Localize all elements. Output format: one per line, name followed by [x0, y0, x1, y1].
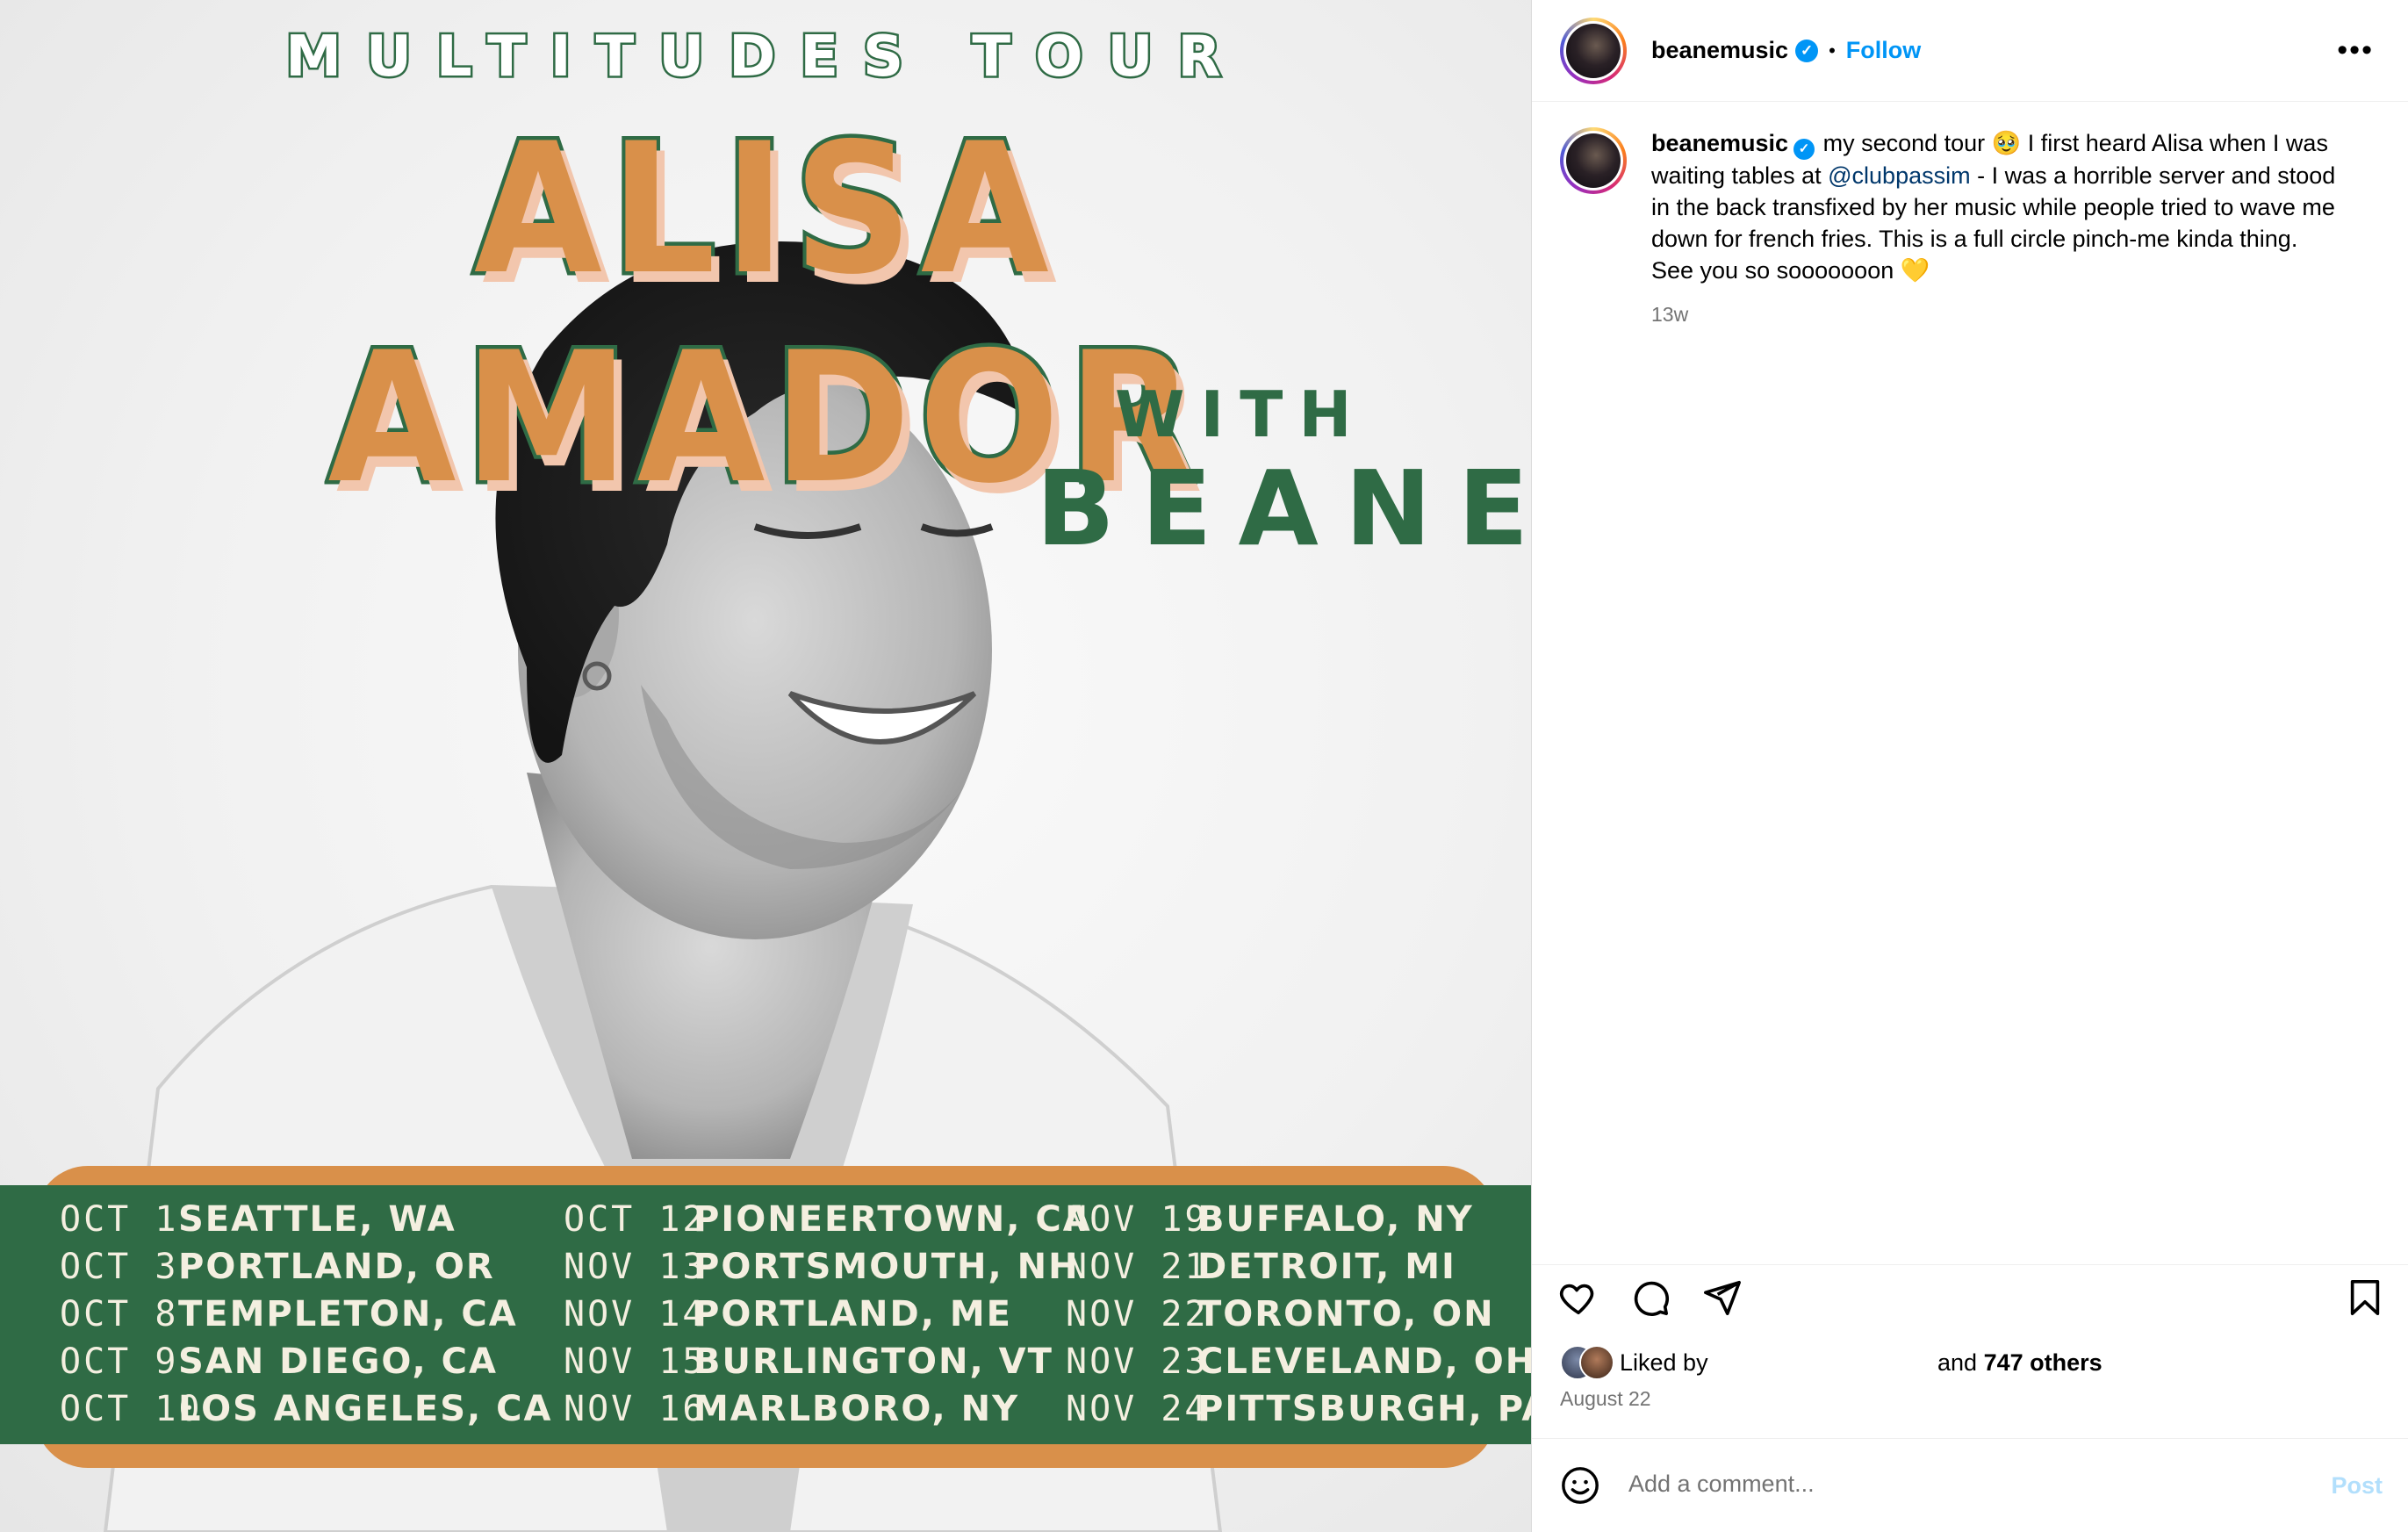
follow-button[interactable]: Follow — [1846, 37, 1921, 64]
tour-date-row: NOV 24 PITTSBURGH, PA — [1066, 1385, 1531, 1433]
tour-date-day: OCT 8 — [60, 1294, 179, 1334]
header-username[interactable]: beanemusic — [1651, 37, 1788, 64]
tour-date-row: OCT 10 LOS ANGELES, CA — [60, 1385, 552, 1433]
tour-date-day: OCT 1 — [60, 1199, 179, 1240]
tour-date-row: NOV 14 PORTLAND, ME — [564, 1291, 1092, 1338]
comment-icon[interactable] — [1630, 1277, 1671, 1318]
tour-date-day: NOV 14 — [564, 1294, 707, 1334]
tour-date-city: MARLBORO, NY — [694, 1389, 1020, 1429]
tour-title: MULTITUDES TOUR — [284, 23, 1246, 92]
tour-date-city: PORTLAND, OR — [178, 1247, 495, 1287]
tour-date-city: BURLINGTON, VT — [694, 1341, 1053, 1382]
tour-date-day: NOV 13 — [564, 1247, 707, 1287]
likes-summary[interactable]: Liked by and 747 others — [1560, 1343, 2385, 1382]
tour-date-city: PORTLAND, ME — [694, 1294, 1012, 1334]
tour-date-day: NOV 24 — [1066, 1389, 1209, 1429]
with-label: WITH — [1115, 378, 1368, 451]
tour-date-day: OCT 9 — [60, 1341, 179, 1382]
liker-avatars — [1560, 1345, 1614, 1380]
bookmark-icon[interactable] — [2345, 1277, 2385, 1318]
tour-date-day: OCT 3 — [60, 1247, 179, 1287]
tour-dates-column-3: NOV 19 BUFFALO, NY NOV 21 DETROIT, MI NOV 22… — [1066, 1196, 1531, 1433]
mention-link[interactable]: @clubpassim — [1828, 162, 1970, 189]
tour-date-day: NOV 16 — [564, 1389, 707, 1429]
liked-by-label: Liked by — [1620, 1349, 1708, 1376]
tour-date-city: LOS ANGELES, CA — [178, 1389, 553, 1429]
post-sidebar: beanemusic ✓ • Follow ••• beanemusic ✓ my… — [1531, 0, 2408, 1532]
post-date[interactable]: August 22 — [1560, 1387, 1651, 1411]
tour-date-day: NOV 19 — [1066, 1199, 1209, 1240]
post-comment-button[interactable]: Post — [2331, 1472, 2383, 1500]
tour-date-row: NOV 16 MARLBORO, NY — [564, 1385, 1092, 1433]
avatar[interactable] — [1560, 17, 1627, 84]
tour-date-row: OCT 9 SAN DIEGO, CA — [60, 1338, 552, 1385]
tour-date-row: NOV 23 CLEVELAND, OH — [1066, 1338, 1531, 1385]
tour-date-row: NOV 13 PORTSMOUTH, NH — [564, 1243, 1092, 1291]
action-bar — [1532, 1264, 2408, 1326]
share-icon[interactable] — [1702, 1277, 1743, 1318]
more-horizontal-icon[interactable]: ••• — [2337, 35, 2374, 65]
tour-date-row: OCT 8 TEMPLETON, CA — [60, 1291, 552, 1338]
tour-date-city: SEATTLE, WA — [178, 1199, 456, 1240]
tour-dates-column-2: OCT 12 PIONEERTOWN, CA NOV 13 PORTSMOUTH, N… — [564, 1196, 1092, 1433]
post-image[interactable]: MULTITUDES TOUR ALISA AMADOR WITH BEANE … — [0, 0, 1531, 1532]
tour-date-city: TEMPLETON, CA — [178, 1294, 518, 1334]
tour-date-row: OCT 3 PORTLAND, OR — [60, 1243, 552, 1291]
tour-date-row: NOV 22 TORONTO, ON — [1066, 1291, 1531, 1338]
tour-date-day: NOV 21 — [1066, 1247, 1209, 1287]
tour-date-row: NOV 15 BURLINGTON, VT — [564, 1338, 1092, 1385]
tour-dates-column-1: OCT 1 SEATTLE, WA OCT 3 PORTLAND, OR OCT 8 TE… — [60, 1196, 552, 1433]
tour-date-day: NOV 15 — [564, 1341, 707, 1382]
tour-date-day: NOV 23 — [1066, 1341, 1209, 1382]
tour-date-city: PIONEERTOWN, CA — [694, 1199, 1092, 1240]
tour-date-row: OCT 1 SEATTLE, WA — [60, 1196, 552, 1243]
tour-date-day: OCT 12 — [564, 1199, 707, 1240]
tour-date-day: OCT 10 — [60, 1389, 203, 1429]
tour-date-day: NOV 22 — [1066, 1294, 1209, 1334]
caption-timestamp[interactable]: 13w — [1651, 298, 2336, 330]
tour-date-city: SAN DIEGO, CA — [178, 1341, 498, 1382]
tour-date-city: CLEVELAND, OH — [1197, 1341, 1531, 1382]
likes-count[interactable]: and 747 others — [1937, 1349, 2103, 1377]
separator-dot: • — [1829, 39, 1836, 61]
post-header: beanemusic ✓ • Follow ••• — [1532, 0, 2408, 102]
tour-date-row: NOV 19 BUFFALO, NY — [1066, 1196, 1531, 1243]
tour-date-city: BUFFALO, NY — [1197, 1199, 1474, 1240]
tour-date-city: DETROIT, MI — [1197, 1247, 1456, 1287]
tour-date-row: NOV 21 DETROIT, MI — [1066, 1243, 1531, 1291]
comment-bar: Post — [1532, 1438, 2408, 1532]
verified-badge-icon: ✓ — [1793, 139, 1815, 160]
verified-badge-icon: ✓ — [1795, 39, 1819, 62]
tour-date-city: PITTSBURGH, PA — [1197, 1389, 1531, 1429]
caption: beanemusic ✓ my second tour 🥹 I first hea… — [1560, 127, 2385, 330]
caption-text: beanemusic ✓ my second tour 🥹 I first hea… — [1651, 127, 2336, 330]
tour-date-row: OCT 12 PIONEERTOWN, CA — [564, 1196, 1092, 1243]
tour-date-city: TORONTO, ON — [1197, 1294, 1495, 1334]
tour-date-city: PORTSMOUTH, NH — [694, 1247, 1080, 1287]
support-act-name: BEANE — [1036, 448, 1531, 569]
caption-avatar[interactable] — [1560, 127, 1627, 194]
emoji-icon[interactable] — [1560, 1465, 1600, 1506]
comment-input[interactable] — [1628, 1460, 2243, 1507]
caption-username[interactable]: beanemusic — [1651, 130, 1788, 156]
heart-icon[interactable] — [1558, 1277, 1599, 1318]
